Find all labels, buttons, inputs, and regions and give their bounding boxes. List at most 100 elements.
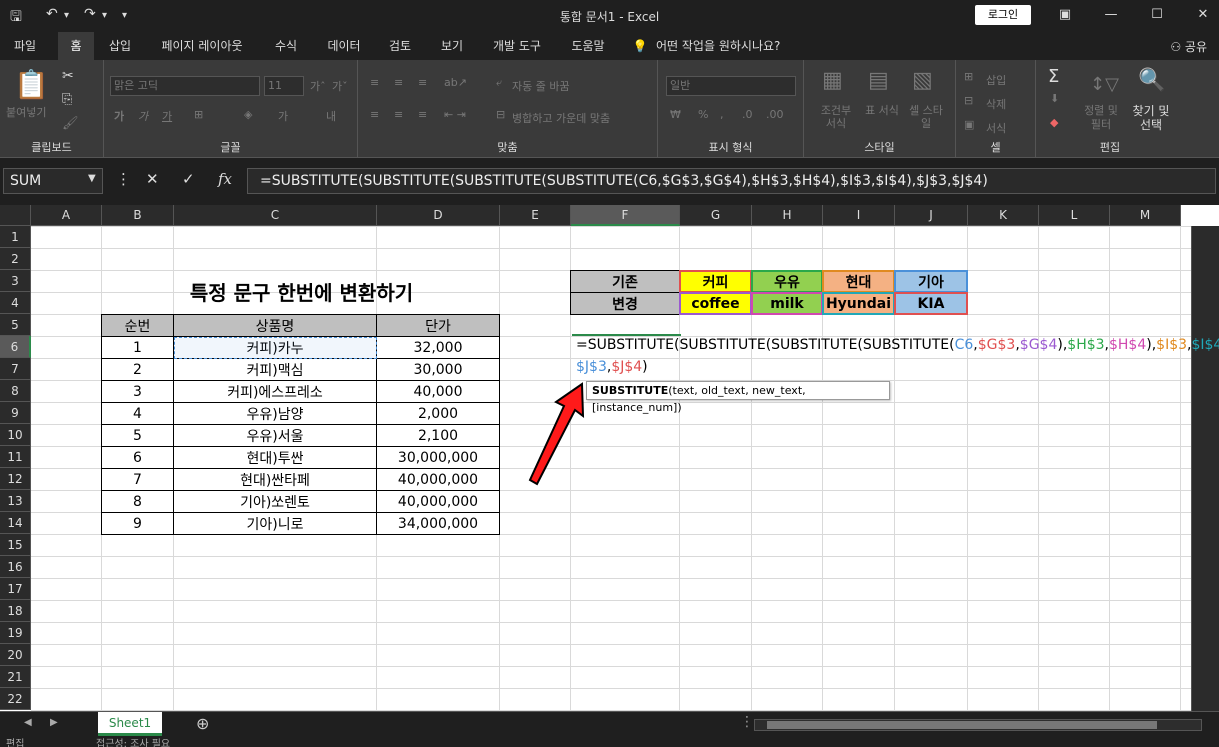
column-header-b[interactable]: B [102,205,174,226]
merge-icon[interactable]: ⊟ [496,108,505,121]
paste-label[interactable]: 붙여넣기 [6,104,46,120]
maximize-icon[interactable]: ☐ [1142,4,1172,26]
column-header-e[interactable]: E [500,205,571,226]
tab-help[interactable]: 도움말 [560,32,616,60]
table-cell[interactable]: 30,000,000 [376,446,500,469]
table-cell[interactable]: 커피)맥심 [173,358,377,381]
cell-styles-icon[interactable]: ▧ [912,68,933,93]
column-header-a[interactable]: A [31,205,102,226]
shrink-font-icon[interactable]: 가ˇ [332,78,348,94]
bold-icon[interactable]: 가 [114,108,124,124]
enter-icon[interactable]: ✓ [182,170,195,188]
table-cell[interactable]: 34,000,000 [376,512,500,535]
table-cell[interactable]: 기아)니로 [173,512,377,535]
insert-cells-button[interactable]: 삽입 [986,72,1006,88]
table-cell[interactable]: 7 [101,468,174,491]
row-header-8[interactable]: 8 [0,380,31,402]
lookup-label-from[interactable]: 기존 [570,270,680,293]
cell-styles-button[interactable]: 셀 스타일 [906,104,946,130]
table-cell[interactable]: 우유)남양 [173,402,377,425]
row-header-14[interactable]: 14 [0,512,31,534]
table-cell[interactable]: 기아)쏘렌토 [173,490,377,513]
lookup-from-cell[interactable]: 현대 [822,270,895,293]
autosum-icon[interactable]: Σ [1048,66,1059,87]
sort-filter-icon[interactable]: ↕▽ [1090,74,1119,95]
lookup-to-cell[interactable]: KIA [894,292,968,315]
row-header-2[interactable]: 2 [0,248,31,270]
increase-decimal-icon[interactable]: .0 [742,108,753,121]
align-top-icon[interactable]: ≡ [370,76,379,89]
copy-icon[interactable]: ⎘ [62,92,72,107]
tooltip-function-name[interactable]: SUBSTITUTE [592,384,668,397]
row-header-1[interactable]: 1 [0,226,31,248]
tab-view[interactable]: 보기 [430,32,474,60]
comma-icon[interactable]: , [720,108,724,121]
lookup-from-cell[interactable]: 커피 [679,270,752,293]
select-all-corner[interactable] [0,205,31,226]
table-cell[interactable]: 현대)싼타페 [173,468,377,491]
wrap-text-button[interactable]: 자동 줄 바꿈 [512,78,570,94]
table-cell[interactable]: 2,000 [376,402,500,425]
border-icon[interactable]: ⊞ [194,108,203,121]
sheet-tab-sheet1[interactable]: Sheet1 [98,712,162,736]
vertical-scrollbar[interactable] [1191,226,1219,711]
format-cells-button[interactable]: 서식 [986,120,1006,136]
orientation-icon[interactable]: ab↗ [444,76,467,89]
prev-sheet-icon[interactable]: ◀ [24,717,32,728]
table-cell[interactable]: 2 [101,358,174,381]
close-icon[interactable]: ✕ [1188,4,1218,26]
merge-center-button[interactable]: 병합하고 가운데 맞춤 [512,110,610,126]
align-right-icon[interactable]: ≡ [418,108,427,121]
lookup-to-cell[interactable]: Hyundai [822,292,895,315]
format-painter-icon[interactable]: 🖌 [62,116,79,131]
row-header-4[interactable]: 4 [0,292,31,314]
row-header-9[interactable]: 9 [0,402,31,424]
find-select-button[interactable]: 찾기 및 선택 [1128,104,1174,132]
phonetic-icon[interactable]: 내 [326,108,336,124]
add-sheet-icon[interactable]: ⊕ [196,714,209,733]
table-cell[interactable]: 40,000 [376,380,500,403]
tab-page-layout[interactable]: 페이지 레이아웃 [146,32,258,60]
italic-icon[interactable]: 가 [138,108,148,124]
tab-split-icon[interactable]: ⋮ [740,714,754,730]
table-cell[interactable]: 커피)에스프레소 [173,380,377,403]
table-cell[interactable]: 5 [101,424,174,447]
table-cell[interactable]: 3 [101,380,174,403]
row-header-5[interactable]: 5 [0,314,31,336]
column-header-d[interactable]: D [377,205,500,226]
column-header-i[interactable]: I [823,205,895,226]
fill-icon[interactable]: ⬇ [1050,92,1059,105]
accessibility-status[interactable]: 접근성: 조사 필요 [96,737,170,747]
horizontal-scroll-thumb[interactable] [767,721,1157,729]
conditional-format-button[interactable]: 조건부 서식 [816,104,856,130]
currency-icon[interactable]: ₩ [670,108,681,121]
table-cell[interactable]: 1 [101,336,174,359]
row-header-17[interactable]: 17 [0,578,31,600]
next-sheet-icon[interactable]: ▶ [50,717,58,728]
cell-formula-editor[interactable]: =SUBSTITUTE(SUBSTITUTE(SUBSTITUTE(SUBSTI… [572,334,1219,378]
indent-icon[interactable]: ⇤ ⇥ [444,108,466,121]
delete-cells-button[interactable]: 삭제 [986,96,1006,112]
table-cell[interactable]: 우유)서울 [173,424,377,447]
row-header-18[interactable]: 18 [0,600,31,622]
column-header-k[interactable]: K [968,205,1039,226]
tab-developer[interactable]: 개발 도구 [482,32,552,60]
lookup-to-cell[interactable]: milk [751,292,823,315]
column-header-h[interactable]: H [752,205,823,226]
column-header-g[interactable]: G [680,205,752,226]
align-left-icon[interactable]: ≡ [370,108,379,121]
tab-insert[interactable]: 삽입 [100,32,140,60]
row-header-21[interactable]: 21 [0,666,31,688]
tab-home[interactable]: 홈 [58,32,94,60]
row-header-22[interactable]: 22 [0,688,31,710]
row-header-12[interactable]: 12 [0,468,31,490]
font-size-select[interactable]: 11 [264,76,304,96]
lookup-from-cell[interactable]: 우유 [751,270,823,293]
column-header-m[interactable]: M [1110,205,1181,226]
tab-data[interactable]: 데이터 [316,32,372,60]
tab-formulas[interactable]: 수식 [264,32,308,60]
decrease-decimal-icon[interactable]: .00 [766,108,784,121]
row-header-15[interactable]: 15 [0,534,31,556]
fill-color-icon[interactable]: ◈ [244,108,252,121]
table-cell[interactable]: 30,000 [376,358,500,381]
